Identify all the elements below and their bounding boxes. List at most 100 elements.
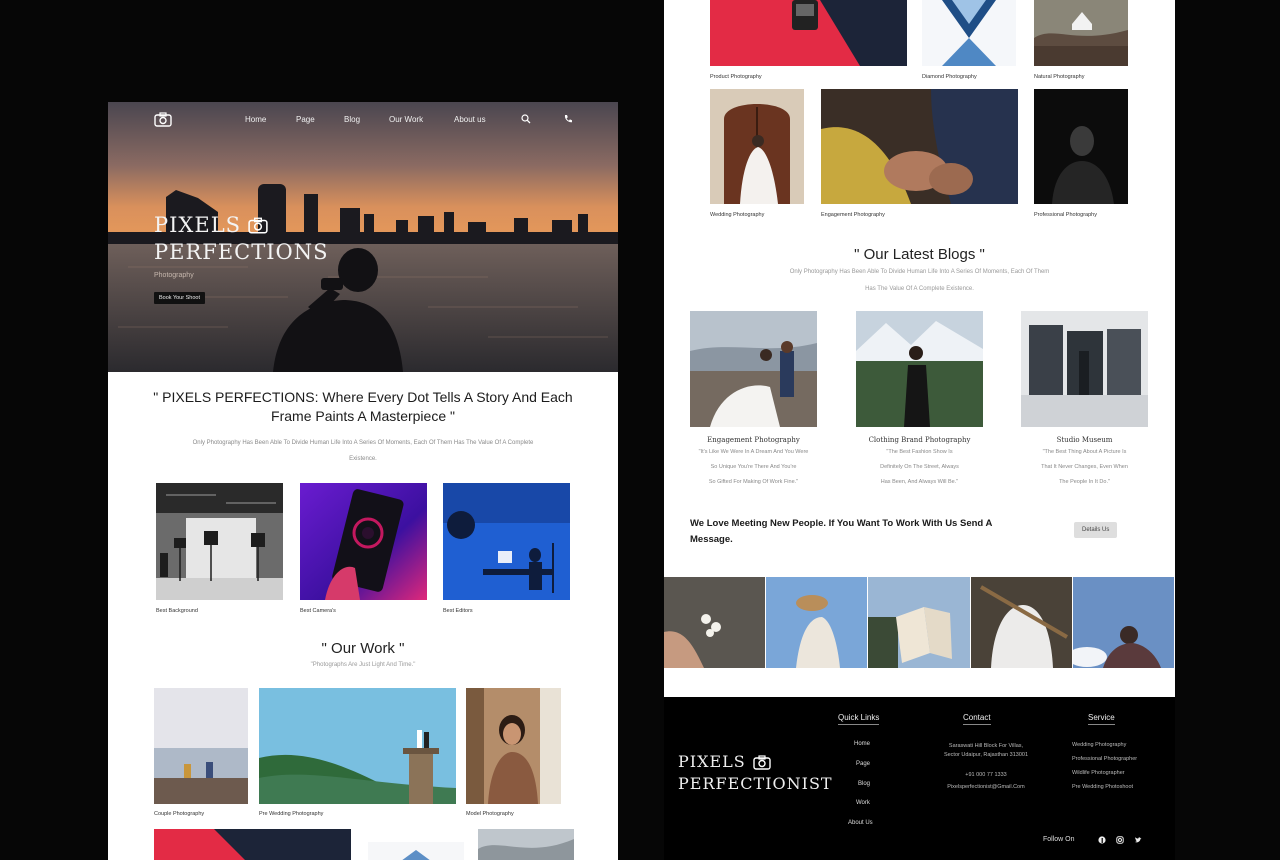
gallery-tile[interactable]: Natural Photography xyxy=(1034,0,1128,80)
follow-label: Follow On xyxy=(1043,836,1075,843)
tagline-heading: " PIXELS PERFECTIONS: Where Every Dot Te… xyxy=(153,389,573,424)
nav-our-work[interactable]: Our Work xyxy=(389,115,423,124)
footer-link-home[interactable]: Home xyxy=(854,741,870,747)
blog-desc-line: So Gifted For Making Of Work Fine." xyxy=(708,479,799,485)
camera-icon xyxy=(753,754,771,770)
model-photo xyxy=(466,688,561,804)
hero-title-line2: PERFECTIONS xyxy=(154,240,329,264)
category-card[interactable]: Best Camera's xyxy=(300,483,427,614)
gallery-tile[interactable]: Product Photography xyxy=(710,0,907,80)
blogs-heading: " Our Latest Blogs " xyxy=(854,246,985,263)
service-item[interactable]: Professional Photographer xyxy=(1072,756,1137,762)
footer-brand: PIXELS PERFECTIONIST xyxy=(678,751,833,795)
category-caption: Best Background xyxy=(156,608,198,614)
strip-photo[interactable] xyxy=(868,577,971,668)
service-item[interactable]: Wildlife Photographer xyxy=(1072,770,1125,776)
service-item[interactable]: Wedding Photography xyxy=(1072,742,1126,748)
home-page-artboard: Home Page Blog Our Work About us PIXELS xyxy=(108,102,618,860)
hat-woman-photo xyxy=(766,577,868,668)
camera-icon xyxy=(248,217,268,234)
footer-link-work[interactable]: Work xyxy=(856,800,870,806)
natural-photo-preview xyxy=(478,829,574,860)
phone-icon[interactable] xyxy=(563,114,573,124)
footer-brand-line1: PIXELS xyxy=(678,752,746,771)
tile-caption: Wedding Photography xyxy=(710,212,765,218)
couple-photo xyxy=(154,688,248,804)
blog-desc-line: The People In It Do." xyxy=(1059,479,1110,485)
camera-neon-image xyxy=(300,483,427,600)
category-caption: Best Editors xyxy=(443,608,473,614)
camera-icon[interactable] xyxy=(154,112,172,127)
footer-link-about[interactable]: About Us xyxy=(848,820,873,826)
contact-button[interactable]: Details Us xyxy=(1074,522,1118,538)
category-caption: Best Camera's xyxy=(300,608,336,614)
nav-about-us[interactable]: About us xyxy=(454,115,486,124)
blog-desc-line: "The Best Thing About A Picture Is xyxy=(1042,449,1127,455)
book-photo xyxy=(868,577,970,668)
blog-card[interactable]: Studio Museum "The Best Thing About A Pi… xyxy=(1021,311,1148,489)
twitter-icon[interactable] xyxy=(1134,836,1142,844)
gallery-page-artboard: Product Photography Diamond Photography … xyxy=(664,0,1175,697)
blog-card[interactable]: Engagement Photography "It's Like We Wer… xyxy=(690,311,817,489)
instagram-icon[interactable] xyxy=(1116,836,1124,844)
professional-photo xyxy=(1034,89,1128,204)
service-item[interactable]: Pre Wedding Photoshoot xyxy=(1072,784,1133,790)
flowers-photo xyxy=(664,577,766,668)
blog-engagement-image xyxy=(690,311,817,427)
blog-title: Studio Museum xyxy=(1056,436,1113,444)
hero-section: Home Page Blog Our Work About us PIXELS xyxy=(108,102,618,372)
our-work-subheading: "Photographs Are Just Light And Time." xyxy=(310,662,416,668)
strip-photo[interactable] xyxy=(1072,577,1175,668)
product-photo xyxy=(710,0,907,66)
category-card[interactable]: Best Background xyxy=(156,483,283,614)
nav-blog[interactable]: Blog xyxy=(344,115,360,124)
book-shoot-button[interactable]: Book Your Shoot xyxy=(154,292,205,304)
strip-photo[interactable] xyxy=(766,577,869,668)
contact-email[interactable]: Pixelsperfectionist@Gmail.Com xyxy=(931,783,1041,792)
work-caption: Pre Wedding Photography xyxy=(259,811,324,817)
gallery-tile[interactable]: Engagement Photography xyxy=(821,89,1018,218)
strip-photo[interactable] xyxy=(970,577,1073,668)
footer-link-blog[interactable]: Blog xyxy=(858,781,870,787)
work-item[interactable]: Couple Photography xyxy=(154,688,248,817)
work-caption: Model Photography xyxy=(466,811,514,817)
tile-caption: Professional Photography xyxy=(1034,212,1097,218)
service-heading: Service xyxy=(1088,713,1115,725)
diamond-photo-preview xyxy=(368,842,464,860)
category-card[interactable]: Best Editors xyxy=(443,483,570,614)
blog-card[interactable]: Clothing Brand Photography "The Best Fas… xyxy=(856,311,983,489)
contact-phone[interactable]: +91 000 77 1333 xyxy=(931,771,1041,780)
editor-studio-image xyxy=(443,483,570,600)
blogs-description-line1: Only Photography Has Been Able To Divide… xyxy=(789,269,1050,275)
work-item[interactable]: Pre Wedding Photography xyxy=(259,688,456,817)
engagement-photo xyxy=(821,89,1018,204)
contact-address-line2: Sector Udaipur, Rajasthan 313001 xyxy=(943,752,1029,758)
gallery-tile[interactable]: Wedding Photography xyxy=(710,89,804,218)
blog-desc-line: So Unique You're There And You're xyxy=(710,464,797,470)
search-icon[interactable] xyxy=(521,114,531,124)
footer-link-page[interactable]: Page xyxy=(856,761,870,767)
ghost-photo xyxy=(970,577,1072,668)
sky-portrait-photo xyxy=(1072,577,1175,668)
site-footer: PIXELS PERFECTIONIST Quick Links Home Pa… xyxy=(664,697,1175,860)
gallery-tile[interactable]: Professional Photography xyxy=(1034,89,1128,218)
nav-home[interactable]: Home xyxy=(245,115,266,124)
pre-wedding-photo xyxy=(259,688,456,804)
product-photo-preview xyxy=(154,829,351,860)
quick-links-heading: Quick Links xyxy=(838,713,880,725)
tile-caption: Engagement Photography xyxy=(821,212,885,218)
blog-desc-line: "It's Like We Were In A Dream And You We… xyxy=(698,449,809,455)
wedding-photo xyxy=(710,89,804,204)
work-item[interactable]: Model Photography xyxy=(466,688,561,817)
blog-clothing-image xyxy=(856,311,983,427)
strip-photo[interactable] xyxy=(664,577,767,668)
top-nav: Home Page Blog Our Work About us xyxy=(108,102,618,140)
gallery-tile[interactable]: Diamond Photography xyxy=(922,0,1016,80)
nav-page[interactable]: Page xyxy=(296,115,315,124)
blog-title: Clothing Brand Photography xyxy=(868,436,971,444)
blog-desc-line: "The Best Fashion Show Is xyxy=(886,449,953,455)
facebook-icon[interactable] xyxy=(1098,836,1106,844)
work-caption: Couple Photography xyxy=(154,811,205,817)
tile-caption: Natural Photography xyxy=(1034,74,1085,80)
blog-desc-line: That It Never Changes, Even When xyxy=(1041,464,1128,470)
